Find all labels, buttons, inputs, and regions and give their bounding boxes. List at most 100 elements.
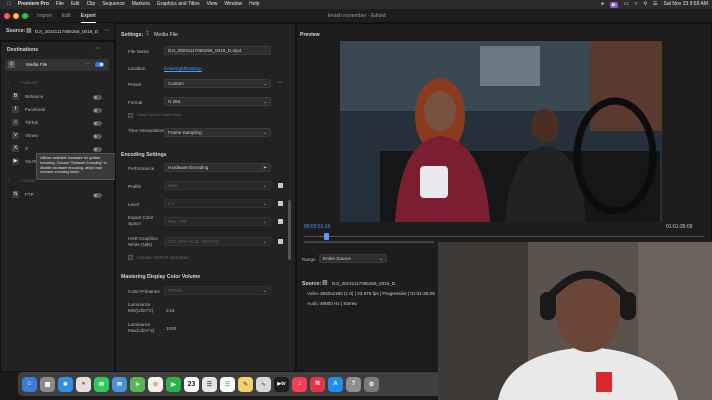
close-window-icon[interactable] bbox=[4, 13, 10, 19]
menu-markers[interactable]: Markers bbox=[132, 0, 150, 9]
wifi-icon[interactable]: ≈ bbox=[635, 0, 638, 9]
primaries-select[interactable]: P3D65 ⌄ bbox=[164, 286, 271, 295]
system-settings-icon[interactable]: ⚙ bbox=[364, 376, 379, 392]
maps-icon[interactable]: ➤ bbox=[130, 376, 145, 392]
destination-tiktok[interactable]: TikTok bbox=[25, 120, 38, 125]
format-select[interactable]: H.264 ⌄ bbox=[164, 97, 271, 106]
menubar-clock[interactable]: Sat Nov 23 9:59 AM bbox=[664, 0, 708, 9]
reminders-icon[interactable]: ☰ bbox=[220, 376, 235, 392]
media-file-toggle[interactable] bbox=[95, 62, 104, 67]
x-toggle[interactable] bbox=[93, 147, 102, 152]
destination-vimeo[interactable]: Vimeo bbox=[25, 133, 38, 138]
timeline-work-area[interactable] bbox=[304, 241, 434, 243]
preview-title: Preview bbox=[300, 32, 320, 38]
lum-min-value[interactable]: 0.01 bbox=[166, 308, 175, 313]
chevron-down-icon: ⌄ bbox=[262, 219, 267, 225]
contacts-icon[interactable]: ☰ bbox=[202, 376, 217, 392]
music-icon[interactable]: ♫ bbox=[292, 376, 307, 392]
tab-import[interactable]: Import bbox=[37, 9, 52, 23]
news-icon[interactable]: N bbox=[310, 376, 325, 392]
destinations-more-icon[interactable]: ⋯ bbox=[95, 45, 101, 52]
performance-select[interactable]: Hardware Encoding ➢ bbox=[164, 163, 271, 172]
menu-clip[interactable]: Clip bbox=[87, 0, 96, 9]
safari-icon[interactable]: ❖ bbox=[58, 376, 73, 392]
search-icon[interactable]: ⚲ bbox=[643, 0, 647, 9]
file-name-input[interactable]: DJI_20241117065256_0016_D.mp4 bbox=[164, 46, 271, 55]
playhead[interactable] bbox=[324, 233, 329, 240]
app-store-icon[interactable]: A bbox=[328, 376, 343, 392]
range-select[interactable]: Entire Source ⌄ bbox=[319, 254, 387, 263]
destination-x[interactable]: X bbox=[25, 146, 28, 151]
timeline-track[interactable] bbox=[304, 236, 704, 237]
preview-video[interactable] bbox=[340, 41, 662, 222]
help-icon[interactable]: ? bbox=[346, 376, 361, 392]
finder-icon[interactable]: ☺ bbox=[22, 376, 37, 392]
profile-select[interactable]: Main ⌄ bbox=[164, 181, 271, 190]
tab-edit[interactable]: Edit bbox=[62, 9, 71, 23]
chrome-icon[interactable]: ● bbox=[76, 376, 91, 392]
destination-ftp-label[interactable]: FTP bbox=[25, 192, 34, 197]
vimeo-toggle[interactable] bbox=[93, 134, 102, 139]
x-icon: X bbox=[12, 145, 19, 152]
duration-timecode: 01:01:35:09 bbox=[666, 224, 693, 230]
minimize-window-icon[interactable] bbox=[13, 13, 19, 19]
export-color-select[interactable]: Rec. 709 ⌄ bbox=[164, 217, 271, 226]
cloud-chevron-icon[interactable]: ⌄ bbox=[7, 177, 10, 182]
mail-icon[interactable]: ✉ bbox=[112, 376, 127, 392]
destination-media-file[interactable]: ⇪ Media File ⋯ bbox=[5, 59, 109, 71]
freeform-icon[interactable]: ∿ bbox=[256, 376, 271, 392]
facebook-toggle[interactable] bbox=[93, 108, 102, 113]
destination-facebook[interactable]: Facebook bbox=[25, 107, 45, 112]
hdr-checkbox[interactable] bbox=[278, 239, 283, 244]
preset-more-icon[interactable]: ⋯ bbox=[277, 79, 283, 86]
publish-section-label: PUBLISH bbox=[21, 80, 39, 85]
profile-checkbox[interactable] bbox=[278, 183, 283, 188]
launchpad-icon[interactable]: ▦ bbox=[40, 376, 55, 392]
notes-icon[interactable]: ✎ bbox=[238, 376, 253, 392]
menu-edit[interactable]: Edit bbox=[71, 0, 80, 9]
apple-icon[interactable]:  bbox=[7, 0, 11, 9]
location-link[interactable]: /Users/gb/Desktop bbox=[164, 66, 202, 71]
menu-help[interactable]: Help bbox=[249, 0, 259, 9]
tiktok-toggle[interactable] bbox=[93, 121, 102, 126]
settings-scrollbar[interactable] bbox=[288, 200, 291, 260]
facetime-icon[interactable]: ▶ bbox=[166, 376, 181, 392]
level-checkbox[interactable] bbox=[278, 201, 283, 206]
ftp-toggle[interactable] bbox=[93, 193, 102, 198]
match-source-checkbox[interactable] bbox=[128, 113, 133, 118]
menu-file[interactable]: File bbox=[56, 0, 64, 9]
calendar-icon[interactable]: 23 bbox=[184, 376, 199, 392]
menu-sequence[interactable]: Sequence bbox=[102, 0, 125, 9]
level-select[interactable]: 5.1 ⌄ bbox=[164, 199, 271, 208]
status-badge-icon[interactable]: ▶ bbox=[610, 1, 618, 8]
menu-app-name[interactable]: Premiere Pro bbox=[18, 0, 49, 9]
media-file-more-icon[interactable]: ⋯ bbox=[85, 61, 90, 67]
preset-select[interactable]: Custom ⌄ bbox=[164, 79, 271, 88]
photos-icon[interactable]: ✿ bbox=[148, 376, 163, 392]
tab-export[interactable]: Export bbox=[80, 9, 96, 23]
home-icon[interactable]: ⌂ bbox=[27, 9, 30, 23]
record-icon[interactable]: ● bbox=[601, 0, 604, 9]
time-interp-select[interactable]: Frame Sampling ⌄ bbox=[164, 128, 271, 137]
menu-window[interactable]: Window bbox=[224, 0, 242, 9]
lum-max-value[interactable]: 1000 bbox=[166, 326, 176, 331]
tv-icon[interactable]: ▶tv bbox=[274, 376, 289, 392]
performance-tooltip: Utilizes available hardware for quicker … bbox=[36, 153, 116, 180]
hdr-value: 203 (58% HLG, 75% PQ) bbox=[168, 239, 220, 244]
current-timecode[interactable]: 00:03:51:19 bbox=[304, 224, 330, 230]
menu-graphics[interactable]: Graphics and Titles bbox=[157, 0, 200, 9]
messages-icon[interactable]: ✉ bbox=[94, 376, 109, 392]
source-more-icon[interactable]: ⋯ bbox=[104, 27, 110, 34]
export-color-checkbox[interactable] bbox=[278, 219, 283, 224]
control-center-icon[interactable]: ☰ bbox=[653, 0, 657, 9]
menu-view[interactable]: View bbox=[207, 0, 218, 9]
include-hdr-checkbox[interactable] bbox=[128, 255, 133, 260]
settings-subtitle: Media File bbox=[154, 32, 178, 38]
profile-label: Profile bbox=[128, 184, 142, 189]
destination-behance[interactable]: Behance bbox=[25, 94, 43, 99]
behance-toggle[interactable] bbox=[93, 95, 102, 100]
chevron-down-icon: ⌄ bbox=[262, 81, 267, 87]
hdr-select[interactable]: 203 (58% HLG, 75% PQ) ⌄ bbox=[164, 237, 271, 246]
battery-icon[interactable]: ▭ bbox=[624, 0, 629, 9]
publish-chevron-icon[interactable]: ⌄ bbox=[7, 79, 10, 84]
